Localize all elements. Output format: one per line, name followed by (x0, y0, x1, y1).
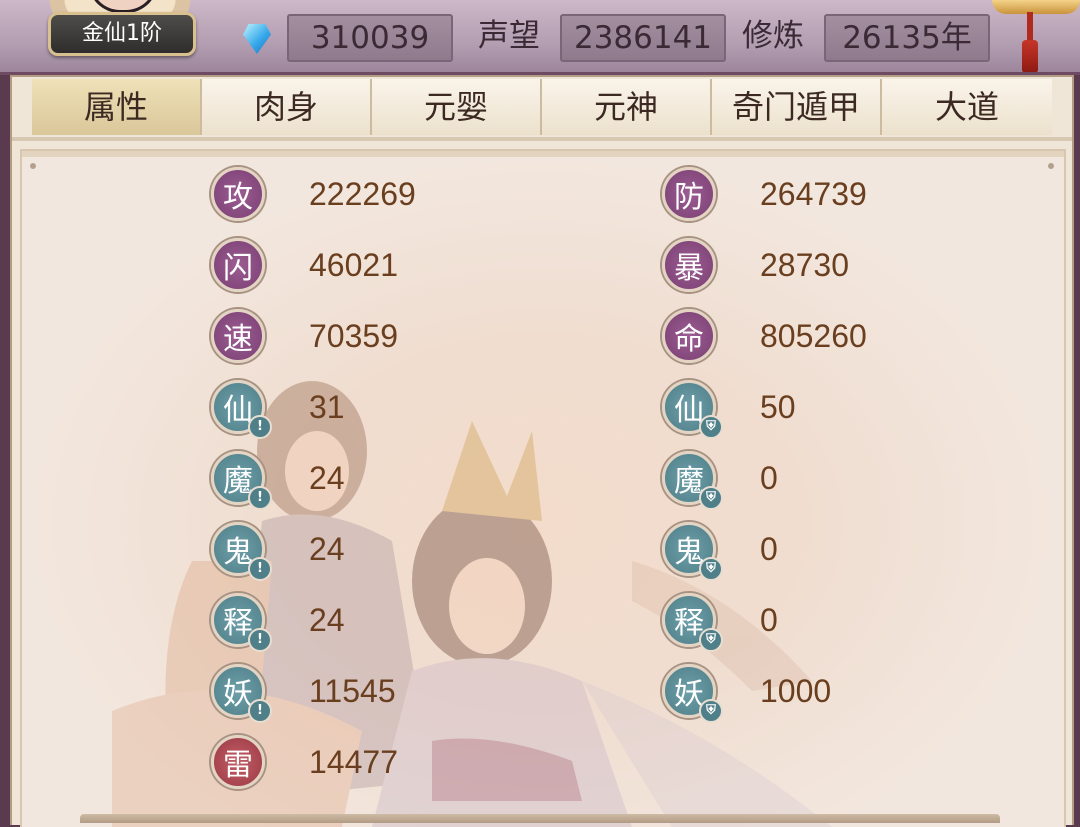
thunder-icon: 雷 (211, 735, 265, 789)
monster-attack-value: 11545 (309, 672, 396, 709)
demon-attack-value: 24 (309, 459, 345, 496)
stat-row-monster-attack[interactable]: 妖 ! 11545 (211, 661, 396, 723)
exclamation-icon: ! (248, 415, 272, 439)
corner-pin (1048, 163, 1054, 169)
tab-bar: 属性 肉身 元婴 元神 奇门遁甲 大道 (32, 79, 1062, 135)
ghost-attack-icon: 鬼 ! (211, 522, 272, 581)
dodge-icon: 闪 (211, 238, 265, 292)
tab-body[interactable]: 肉身 (202, 79, 372, 135)
stat-row-attack[interactable]: 攻 222269 (211, 164, 416, 224)
attack-icon: 攻 (211, 167, 265, 221)
monster-defense-icon: 妖 ⛨ (662, 664, 723, 723)
shield-icon: ⛨ (699, 415, 723, 439)
exclamation-icon: ! (248, 557, 272, 581)
stat-row-demon-attack[interactable]: 魔 ! 24 (211, 448, 345, 510)
shield-icon: ⛨ (699, 628, 723, 652)
stat-row-demon-defense[interactable]: 魔 ⛨ 0 (662, 448, 778, 510)
prestige-value: 2386141 (560, 14, 726, 62)
avatar-frame[interactable]: 金仙1阶 (0, 0, 240, 70)
stats-content[interactable] (20, 149, 1066, 827)
stat-row-thunder[interactable]: 雷 14477 (211, 732, 398, 792)
stat-row-immortal-attack[interactable]: 仙 ! 31 (211, 377, 345, 439)
panel-bottom-edge (80, 814, 1000, 823)
lantern-decoration (992, 0, 1080, 72)
ghost-defense-value: 0 (760, 530, 778, 567)
tab-divider (12, 137, 1072, 141)
stat-row-hp[interactable]: 命 805260 (662, 306, 867, 366)
thunder-value: 14477 (309, 743, 398, 780)
spirit-gem-icon (243, 24, 271, 54)
corner-pin (30, 163, 36, 169)
crit-value: 28730 (760, 246, 849, 283)
defense-icon: 防 (662, 167, 716, 221)
demon-defense-value: 0 (760, 459, 778, 496)
monster-defense-value: 1000 (760, 672, 832, 709)
shield-icon: ⛨ (699, 557, 723, 581)
tab-attributes[interactable]: 属性 (32, 79, 202, 135)
currency-value: 310039 (287, 14, 453, 62)
attack-value: 222269 (309, 175, 416, 212)
rank-badge: 金仙1阶 (48, 12, 196, 56)
cultivation-value: 26135年 (824, 14, 990, 62)
immortal-attack-icon: 仙 ! (211, 380, 272, 439)
hp-value: 805260 (760, 317, 867, 354)
attributes-panel: 属性 肉身 元婴 元神 奇门遁甲 大道 (10, 75, 1074, 827)
prestige-label: 声望 (478, 18, 540, 54)
monster-attack-icon: 妖 ! (211, 664, 272, 723)
stat-row-dodge[interactable]: 闪 46021 (211, 235, 398, 295)
exclamation-icon: ! (248, 628, 272, 652)
shield-icon: ⛨ (699, 699, 723, 723)
tab-primordial-spirit[interactable]: 元神 (542, 79, 712, 135)
cultivation-label: 修炼 (742, 18, 804, 54)
ghost-defense-icon: 鬼 ⛨ (662, 522, 723, 581)
buddha-defense-icon: 释 ⛨ (662, 593, 723, 652)
tab-great-dao[interactable]: 大道 (882, 79, 1052, 135)
buddha-attack-icon: 释 ! (211, 593, 272, 652)
hp-icon: 命 (662, 309, 716, 363)
exclamation-icon: ! (248, 486, 272, 510)
shield-icon: ⛨ (699, 486, 723, 510)
stat-row-ghost-defense[interactable]: 鬼 ⛨ 0 (662, 519, 778, 581)
stat-row-monster-defense[interactable]: 妖 ⛨ 1000 (662, 661, 832, 723)
tab-qimen-dunjia[interactable]: 奇门遁甲 (712, 79, 882, 135)
immortal-attack-value: 31 (309, 388, 345, 425)
exclamation-icon: ! (248, 699, 272, 723)
buddha-defense-value: 0 (760, 601, 778, 638)
demon-defense-icon: 魔 ⛨ (662, 451, 723, 510)
defense-value: 264739 (760, 175, 867, 212)
stat-row-ghost-attack[interactable]: 鬼 ! 24 (211, 519, 345, 581)
immortal-defense-icon: 仙 ⛨ (662, 380, 723, 439)
stat-row-buddha-attack[interactable]: 释 ! 24 (211, 590, 345, 652)
stat-row-buddha-defense[interactable]: 释 ⛨ 0 (662, 590, 778, 652)
immortal-defense-value: 50 (760, 388, 796, 425)
speed-icon: 速 (211, 309, 265, 363)
dodge-value: 46021 (309, 246, 398, 283)
stat-row-crit[interactable]: 暴 28730 (662, 235, 849, 295)
crit-icon: 暴 (662, 238, 716, 292)
ghost-attack-value: 24 (309, 530, 345, 567)
stat-row-speed[interactable]: 速 70359 (211, 306, 398, 366)
tab-nascent-soul[interactable]: 元婴 (372, 79, 542, 135)
speed-value: 70359 (309, 317, 398, 354)
resource-bar: 金仙1阶 310039 声望 2386141 修炼 26135年 (0, 0, 1080, 75)
buddha-attack-value: 24 (309, 601, 345, 638)
stat-row-immortal-defense[interactable]: 仙 ⛨ 50 (662, 377, 796, 439)
stat-row-defense[interactable]: 防 264739 (662, 164, 867, 224)
demon-attack-icon: 魔 ! (211, 451, 272, 510)
